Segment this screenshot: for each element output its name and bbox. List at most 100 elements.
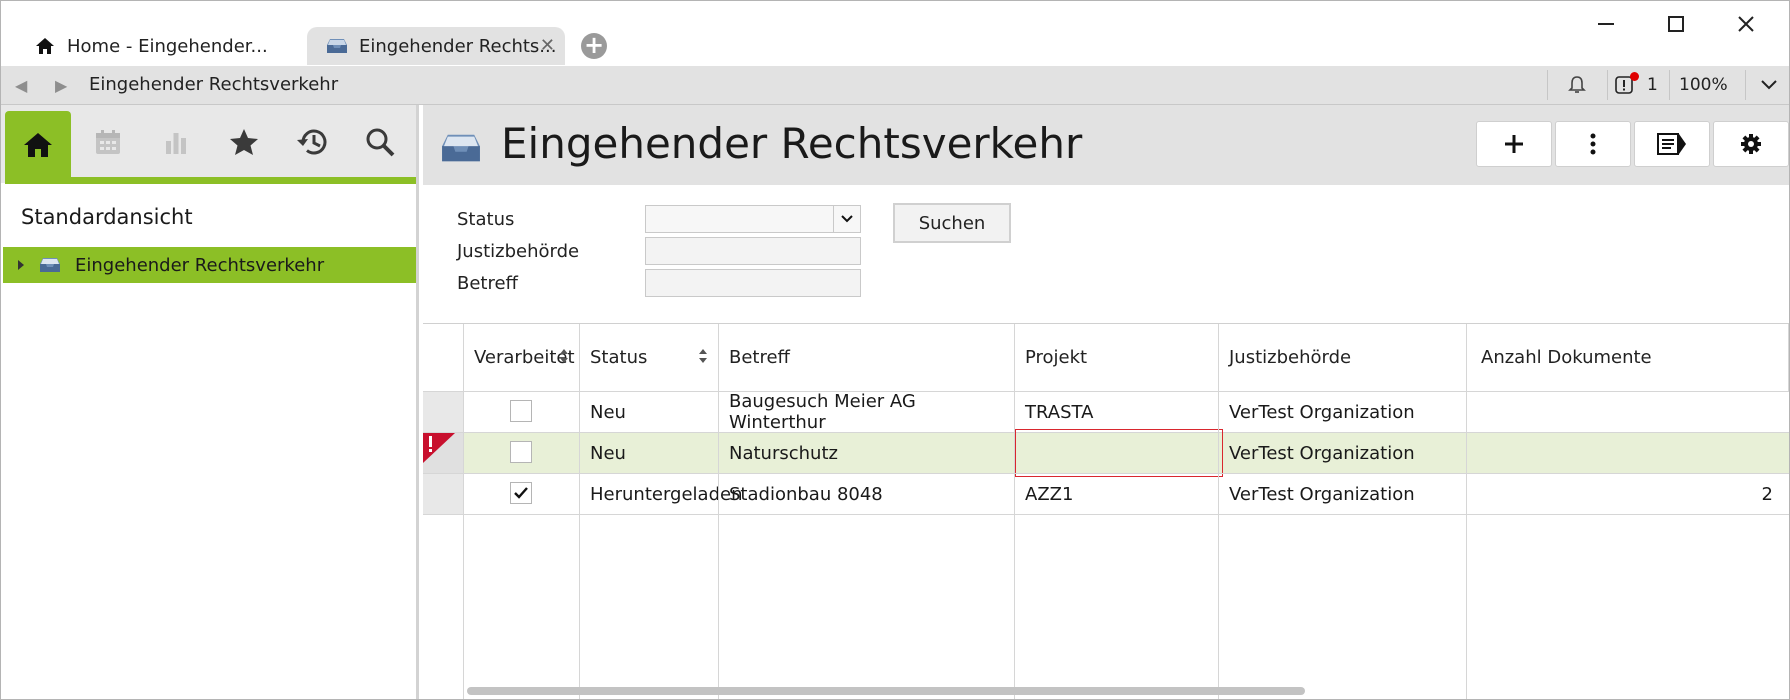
sidebar-tab-home[interactable] (5, 111, 71, 183)
divider (1547, 70, 1548, 100)
doc-count-cell (1467, 392, 1783, 432)
processed-checkbox[interactable] (510, 482, 532, 504)
authority-cell: VerTest Organization (1229, 483, 1415, 505)
table-row[interactable]: Neu Baugesuch Meier AG Winterthur TRASTA… (423, 391, 1789, 433)
tree-item-eingehender-rechtsverkehr[interactable]: Eingehender Rechtsverkehr (3, 247, 416, 283)
chevron-down-icon[interactable] (833, 206, 860, 232)
notifications-button[interactable]: 1 (1615, 66, 1675, 104)
more-options-button[interactable] (1555, 121, 1631, 167)
column-header-justizbehoerde[interactable]: Justizbehörde (1219, 324, 1467, 391)
application-window: Home - Eingehender... Eingehender Rechts… (0, 0, 1790, 700)
history-icon (295, 127, 329, 161)
alert-icon (1615, 72, 1639, 94)
settings-button[interactable] (1713, 121, 1789, 167)
column-header-label: Betreff (729, 347, 790, 368)
project-cell[interactable]: AZZ1 (1015, 474, 1219, 514)
divider (1745, 70, 1746, 100)
column-header-verarbeitet[interactable]: Verarbeitet (464, 324, 580, 391)
column-header-status[interactable]: Status (580, 324, 719, 391)
subject-filter-input[interactable] (645, 269, 861, 297)
tree-item-label: Eingehender Rechtsverkehr (75, 254, 325, 276)
divider (579, 324, 580, 699)
home-icon (23, 132, 53, 162)
project-cell-focused[interactable] (1015, 429, 1223, 477)
authority-filter-label: Justizbehörde (457, 241, 580, 262)
address-bar: ◀ ▶ Eingehender Rechtsverkehr 1 100% (1, 66, 1789, 105)
detail-panel-button[interactable] (1634, 121, 1710, 167)
column-header-label: Justizbehörde (1229, 347, 1352, 368)
column-header-anzahl-dokumente[interactable]: Anzahl Dokumente (1467, 324, 1789, 391)
filter-panel: Status Justizbehörde Betreff Suchen (423, 185, 1789, 323)
table-row-selected[interactable]: Neu Naturschutz VerTest Organization (423, 429, 1789, 477)
sort-icon[interactable] (698, 348, 708, 369)
error-flag-icon (423, 433, 455, 467)
zoom-level[interactable]: 100% (1679, 66, 1733, 104)
sidebar-tab-calendar[interactable] (75, 111, 141, 177)
column-header-label: Projekt (1025, 347, 1088, 368)
inbox-tray-icon (325, 34, 349, 58)
maximize-button[interactable] (1656, 11, 1696, 37)
doc-count-cell: 2 (1761, 483, 1773, 505)
project-cell[interactable]: TRASTA (1015, 392, 1219, 432)
sidebar-tab-search[interactable] (347, 111, 413, 177)
tab-label: Eingehender Rechts... (359, 35, 557, 57)
main-content: Eingehender Rechtsverkehr Status Justizb… (423, 105, 1789, 699)
row-selector[interactable] (423, 392, 463, 432)
row-selector[interactable] (423, 474, 463, 514)
search-button[interactable]: Suchen (893, 203, 1011, 243)
subject-cell: Stadionbau 8048 (729, 483, 883, 505)
status-cell: Neu (590, 401, 626, 423)
column-header-projekt[interactable]: Projekt (1015, 324, 1219, 391)
panel-toggle-icon (1657, 133, 1686, 155)
divider (1466, 324, 1467, 699)
divider (718, 324, 719, 699)
address-title: Eingehender Rechtsverkehr (89, 74, 339, 95)
home-icon (33, 34, 57, 58)
authority-cell: VerTest Organization (1229, 401, 1415, 423)
sidebar-tabs-underline (5, 177, 416, 184)
subject-filter-label: Betreff (457, 273, 518, 294)
sort-icon[interactable] (559, 348, 569, 369)
divider (1669, 70, 1670, 100)
tab-eingehender-rechtsverkehr[interactable]: Eingehender Rechts... ✕ (307, 27, 565, 65)
chevron-down-icon[interactable] (1757, 66, 1781, 104)
processed-checkbox[interactable] (510, 400, 532, 422)
column-header-betreff[interactable]: Betreff (719, 324, 1015, 391)
processed-checkbox[interactable] (510, 441, 532, 463)
sidebar-tab-history[interactable] (279, 111, 345, 177)
sidebar-tab-statistics[interactable] (143, 111, 209, 177)
gear-icon (1741, 134, 1761, 154)
page-header: Eingehender Rechtsverkehr (423, 105, 1789, 185)
calendar-icon (94, 128, 122, 160)
table-row[interactable]: Heruntergeladen Stadionbau 8048 AZZ1 Ver… (423, 474, 1789, 514)
inbox-tray-icon (37, 256, 63, 274)
sidebar-view-title: Standardansicht (21, 205, 193, 229)
status-cell: Neu (590, 442, 626, 464)
new-tab-button[interactable]: + (581, 33, 607, 59)
sidebar: Standardansicht Eingehender Rechtsverkeh… (1, 105, 419, 699)
grid-header-corner (423, 324, 464, 391)
subject-cell: Baugesuch Meier AG Winterthur (729, 391, 916, 433)
status-filter-select[interactable] (645, 205, 861, 233)
forward-icon[interactable]: ▶ (55, 76, 67, 95)
add-button[interactable] (1476, 121, 1552, 167)
divider (1014, 324, 1015, 699)
notification-count: 1 (1647, 75, 1658, 95)
subject-cell: Naturschutz (729, 442, 838, 464)
expand-arrow-icon[interactable] (17, 259, 25, 271)
sidebar-tabs (1, 105, 416, 184)
star-icon (229, 128, 259, 160)
minimize-button[interactable] (1586, 11, 1626, 37)
bar-chart-icon (163, 129, 189, 159)
data-grid: Verarbeitet Status Betreff Projekt Justi… (423, 323, 1789, 699)
close-window-button[interactable] (1726, 11, 1766, 37)
authority-filter-input[interactable] (645, 237, 861, 265)
bell-icon[interactable] (1557, 66, 1597, 104)
back-icon[interactable]: ◀ (15, 76, 27, 95)
more-vertical-icon (1590, 133, 1596, 155)
search-icon (365, 127, 395, 161)
close-tab-icon[interactable]: ✕ (540, 35, 555, 56)
sidebar-tab-favorites[interactable] (211, 111, 277, 177)
tab-home[interactable]: Home - Eingehender... (15, 27, 305, 65)
horizontal-scrollbar[interactable] (467, 687, 1305, 695)
